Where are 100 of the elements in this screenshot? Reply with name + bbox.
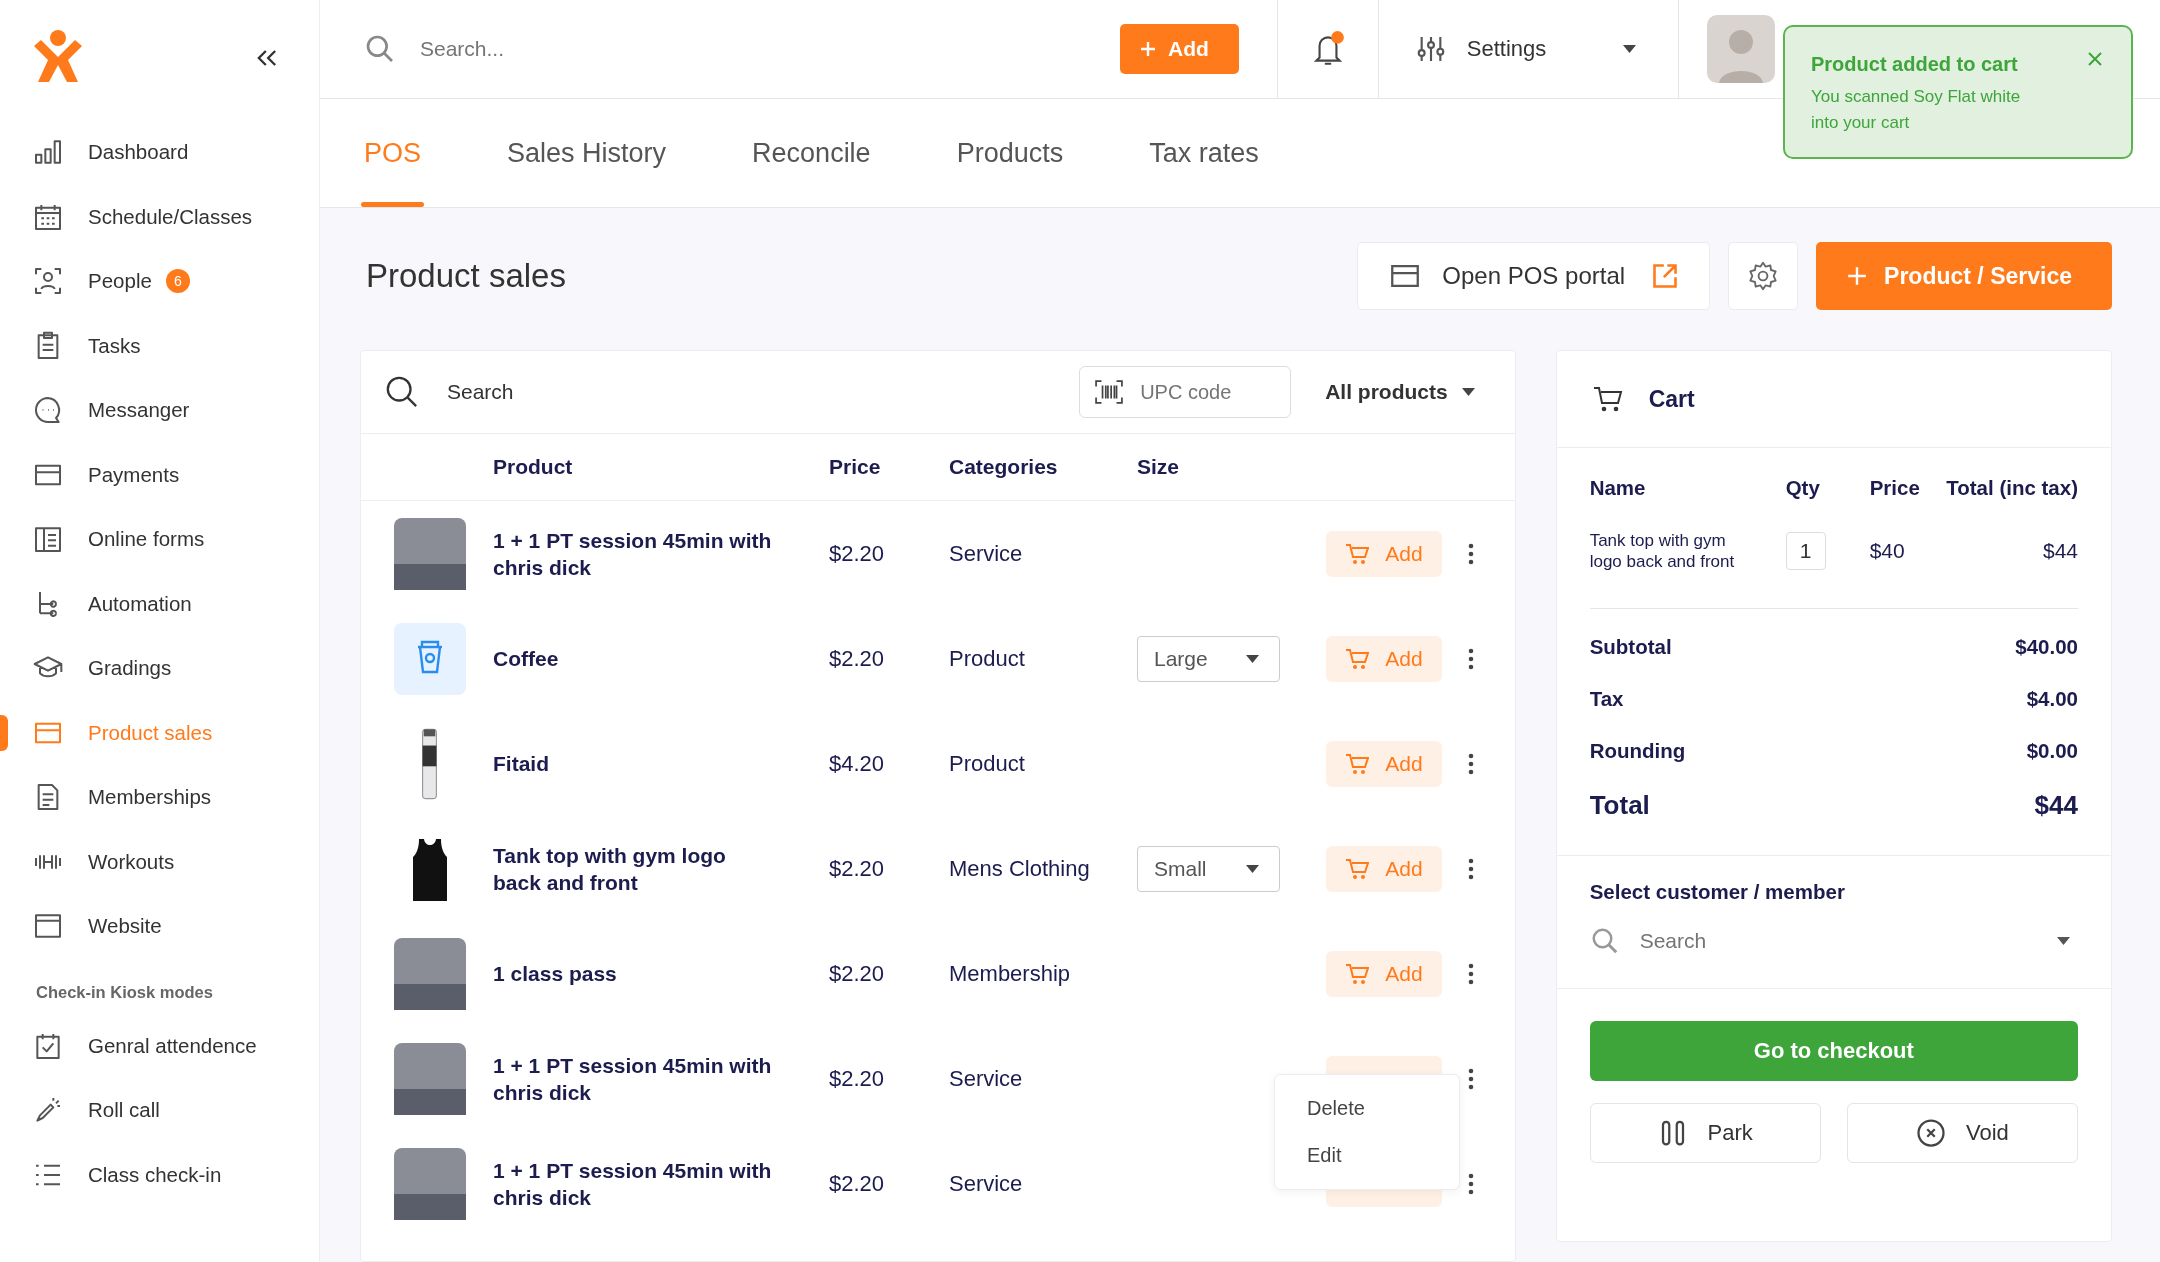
more-icon[interactable] (1468, 541, 1474, 566)
cart-icon (1345, 962, 1370, 985)
menu-item[interactable]: Edit (1275, 1132, 1459, 1179)
sidebar-item[interactable]: Dashboard (0, 120, 319, 185)
cup-icon (394, 622, 466, 695)
cart-icon (1345, 752, 1370, 775)
sidebar-item[interactable]: Gradings (0, 636, 319, 701)
bottle-icon (422, 727, 437, 800)
more-icon[interactable] (1468, 1171, 1474, 1196)
void-button[interactable]: Void (1846, 1103, 2078, 1163)
category-cell-text: Mens Clothing (949, 855, 1091, 882)
summary-value: $4.00 (2026, 687, 2078, 711)
cart-title: Cart (1648, 385, 1695, 413)
menu-item[interactable]: Delete (1275, 1085, 1459, 1132)
column-header: Name (1589, 476, 1647, 500)
settings-button[interactable] (1728, 242, 1799, 310)
section-title: Check-in Kiosk modes (35, 981, 214, 1003)
product-name: 1 + 1 PT session 45min with chris dick (493, 527, 773, 581)
category-cell-text: Service (949, 1170, 1024, 1197)
sidebar-item[interactable]: People 6 (0, 249, 319, 314)
customer-label: Select customer / member (1589, 880, 1846, 904)
price-cell-text: $2.20 (829, 1170, 886, 1197)
item-name: Tank top with gym logo back and front (1589, 530, 1736, 572)
search-icon (385, 375, 419, 409)
external-link-icon (1651, 262, 1680, 290)
column-header: Total (inc tax) (1945, 476, 2078, 500)
cancel-icon (1916, 1118, 1946, 1148)
plus-icon (1846, 265, 1869, 287)
caret-icon (1246, 864, 1259, 873)
price-cell-text: $4.20 (829, 750, 886, 777)
product-name: Tank top with gym logo back and front (493, 842, 727, 896)
cart-icon (1345, 542, 1370, 565)
price-cell-text: $2.20 (829, 645, 886, 672)
settings-icon (1747, 260, 1780, 292)
product-name: Fitaid (493, 751, 550, 777)
more-icon[interactable] (1468, 856, 1474, 881)
sidebar-item[interactable]: Roll call (0, 1078, 319, 1143)
open-portal-button[interactable]: Open POS portal (1357, 242, 1711, 310)
column-header: Categories (949, 455, 1059, 479)
count-badge: 6 (165, 269, 190, 294)
sidebar-item[interactable]: Messanger (0, 378, 319, 443)
column-header: Price (829, 455, 882, 479)
park-button[interactable]: Park (1589, 1103, 1821, 1163)
summary-value: $40.00 (2015, 635, 2078, 659)
price-cell-text: $2.20 (829, 540, 886, 567)
quantity-field[interactable]: 1 (1785, 532, 1826, 570)
total-label: Total (1589, 789, 1650, 821)
sidebar-item[interactable]: Tasks (0, 313, 319, 378)
tab[interactable]: Tax rates (1149, 99, 1259, 207)
filter-dropdown[interactable]: All products (1325, 380, 1475, 404)
toast-message: You scanned Soy Flat white into your cart (1811, 86, 2022, 134)
category-cell-text: Product (949, 750, 1026, 777)
toast-title: Product added to cart (1811, 53, 2019, 76)
more-icon[interactable] (1468, 961, 1474, 986)
product-name: 1 + 1 PT session 45min with chris dick (493, 1157, 773, 1211)
sidebar-item[interactable]: Workouts (0, 829, 319, 894)
category-cell-text: Service (949, 540, 1024, 567)
caret-icon[interactable] (2057, 937, 2070, 945)
product-name: Coffee (493, 646, 560, 672)
upc-field[interactable]: UPC code (1079, 366, 1292, 418)
summary-label: Subtotal (1589, 635, 1672, 659)
sidebar-item[interactable]: Online forms (0, 507, 319, 572)
price-cell-text: $2.20 (829, 1065, 886, 1092)
tab[interactable]: Products (956, 99, 1064, 207)
total-value: $44 (2034, 789, 2078, 821)
summary-label: Tax (1589, 687, 1624, 711)
tab[interactable]: Reconcile (752, 99, 871, 207)
cart-icon (1345, 857, 1370, 880)
more-icon[interactable] (1468, 646, 1474, 671)
tab[interactable]: Sales History (507, 99, 667, 207)
category-cell-text: Product (949, 645, 1026, 672)
plus-icon (1138, 39, 1158, 59)
sidebar-item[interactable]: Payments (0, 442, 319, 507)
total-cell-text: $44 (2041, 539, 2078, 563)
sidebar-item[interactable]: Schedule/Classes (0, 184, 319, 249)
sidebar-item[interactable]: Automation (0, 571, 319, 636)
search-field[interactable]: Search... (418, 36, 1022, 62)
column-header: Product (493, 455, 574, 479)
size-dropdown[interactable]: Small (1137, 845, 1280, 892)
barcode-icon (1095, 380, 1124, 404)
column-header: Size (1137, 455, 1181, 479)
sidebar-item[interactable]: Genral attendence (0, 1013, 319, 1078)
price-cell-text: $40 (1869, 539, 1906, 563)
price-cell-text: $2.20 (829, 960, 886, 987)
sidebar-item[interactable]: Class check-in (0, 1142, 319, 1207)
more-icon[interactable] (1468, 751, 1474, 776)
summary-value: $0.00 (2026, 739, 2078, 763)
column-header: Qty (1785, 476, 1821, 500)
sidebar-item[interactable]: Website (0, 894, 319, 959)
caret-icon (1461, 388, 1475, 396)
caret-icon (1246, 654, 1259, 663)
cart-icon (1592, 385, 1623, 413)
category-cell-text: Service (949, 1065, 1024, 1092)
page-title: Product sales (366, 257, 566, 295)
sidebar-item[interactable]: Memberships (0, 765, 319, 830)
column-header: Price (1869, 476, 1921, 500)
settings-dropdown[interactable]: Settings (1377, 0, 1678, 98)
more-icon[interactable] (1468, 1066, 1474, 1091)
search-icon (1589, 926, 1620, 956)
size-dropdown[interactable]: Large (1137, 635, 1280, 682)
